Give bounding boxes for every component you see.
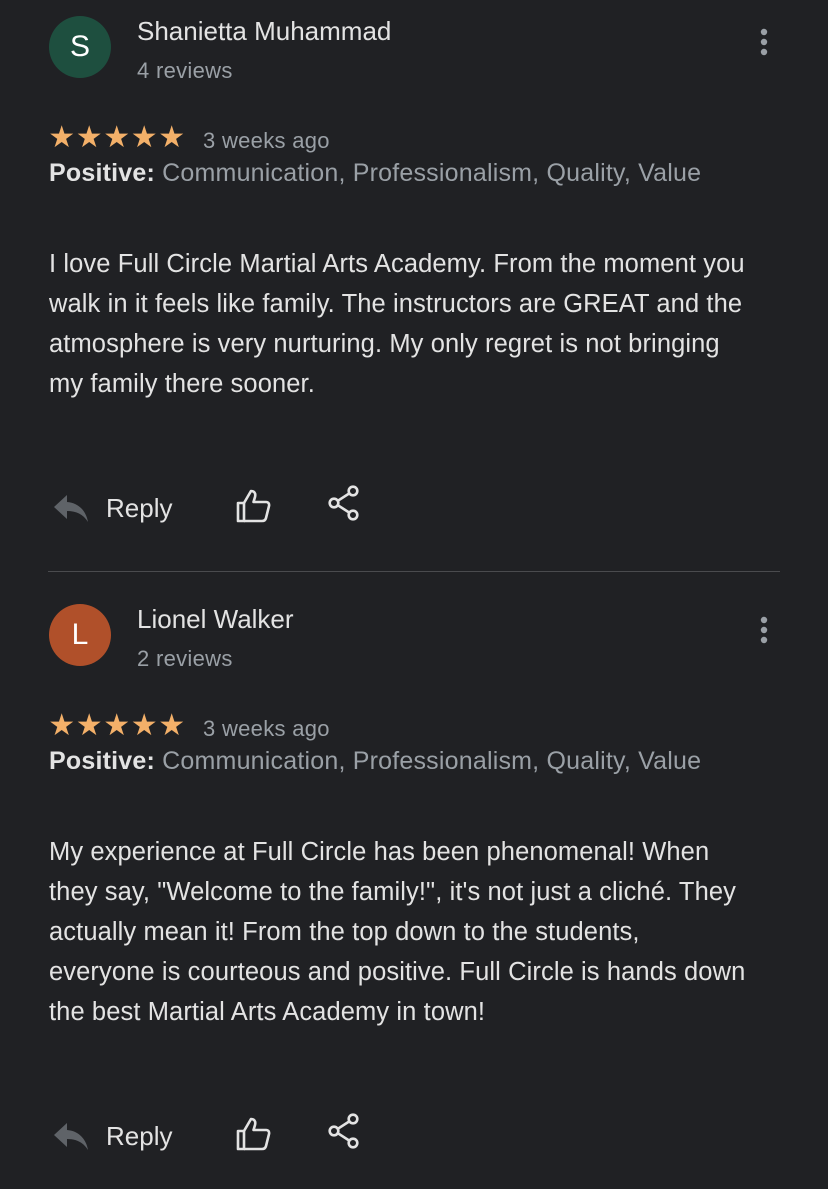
reply-arrow-icon <box>54 1123 88 1150</box>
review-attributes: Positive: Communication, Professionalism… <box>49 158 739 188</box>
share-icon[interactable] <box>327 1113 361 1149</box>
thumbs-up-icon[interactable] <box>234 487 272 525</box>
reviewer-name[interactable]: Lionel Walker <box>137 604 294 635</box>
reply-arrow-icon <box>54 495 88 522</box>
reply-label: Reply <box>106 1120 173 1151</box>
positive-label: Positive: <box>49 747 155 775</box>
star-icon: ★ <box>158 121 186 154</box>
star-icon: ★ <box>103 709 131 742</box>
review-text: My experience at Full Circle has been ph… <box>49 838 746 1026</box>
review-divider <box>48 571 780 572</box>
star-icon: ★ <box>48 709 76 742</box>
positive-label: Positive: <box>49 159 155 187</box>
more-vert-icon[interactable] <box>750 26 778 58</box>
review-timestamp: 3 weeks ago <box>203 128 330 153</box>
star-icon: ★ <box>130 121 158 154</box>
star-icon: ★ <box>48 121 76 154</box>
reviewer-review-count: 4 reviews <box>137 58 233 83</box>
star-icon: ★ <box>130 709 158 742</box>
avatar[interactable]: S <box>49 16 111 78</box>
review-attributes: Positive: Communication, Professionalism… <box>49 746 739 776</box>
more-vert-icon[interactable] <box>750 614 778 646</box>
reply-label: Reply <box>106 492 173 523</box>
star-icon: ★ <box>158 709 186 742</box>
review-timestamp: 3 weeks ago <box>203 716 330 741</box>
reviewer-name[interactable]: Shanietta Muhammad <box>137 16 391 47</box>
star-rating: ★ ★ ★ ★ ★ <box>48 123 186 153</box>
review-text: I love Full Circle Martial Arts Academy.… <box>49 250 745 398</box>
reply-button[interactable]: Reply <box>52 1116 172 1156</box>
positive-values: Communication, Professionalism, Quality,… <box>162 159 702 187</box>
star-icon: ★ <box>75 709 103 742</box>
star-icon: ★ <box>103 121 131 154</box>
positive-values: Communication, Professionalism, Quality,… <box>162 747 702 775</box>
reply-button[interactable]: Reply <box>52 488 172 528</box>
reviewer-review-count: 2 reviews <box>137 646 233 671</box>
star-rating: ★ ★ ★ ★ ★ <box>48 711 186 741</box>
star-icon: ★ <box>75 121 103 154</box>
share-icon[interactable] <box>327 485 361 521</box>
avatar[interactable]: L <box>49 604 111 666</box>
thumbs-up-icon[interactable] <box>234 1115 272 1153</box>
